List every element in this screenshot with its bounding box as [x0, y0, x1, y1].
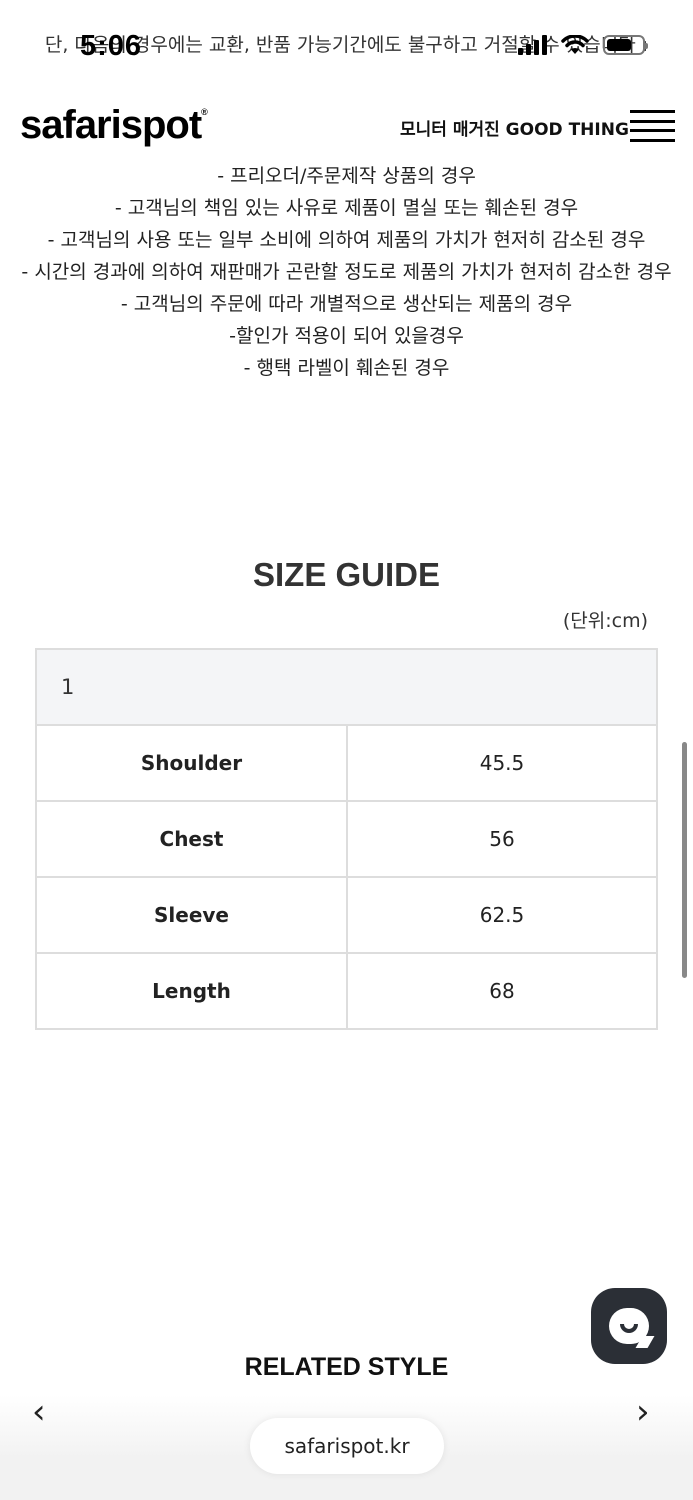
- measure-value: 56: [346, 800, 658, 878]
- measure-label: Sleeve: [35, 876, 348, 954]
- table-row: Length 68: [35, 952, 658, 1030]
- site-logo[interactable]: safarispot®: [20, 103, 208, 148]
- policy-line: - 고객님의 사용 또는 일부 소비에 의하여 제품의 가치가 현저히 감소된 …: [47, 229, 646, 251]
- chat-bubble-icon: [609, 1308, 649, 1344]
- policy-line: - 시간의 경과에 의하여 재판매가 곤란할 정도로 제품의 가치가 현저히 감…: [21, 261, 672, 283]
- battery-icon: [603, 35, 648, 55]
- size-guide-title: SIZE GUIDE: [252, 556, 441, 593]
- page-scrollbar[interactable]: [682, 742, 687, 978]
- magazine-link[interactable]: 모니터 매거진 GOOD THING: [400, 115, 629, 140]
- status-icons: [518, 35, 648, 55]
- related-style-title: RELATED STYLE: [244, 1353, 449, 1381]
- site-header: safarispot® 모니터 매거진 GOOD THING: [0, 95, 693, 155]
- next-arrow-icon[interactable]: ›: [636, 1392, 650, 1432]
- chat-button[interactable]: [591, 1288, 667, 1364]
- wifi-icon: [561, 35, 589, 54]
- policy-line: - 프리오더/주문제작 상품의 경우: [217, 165, 476, 187]
- measure-label: Length: [35, 952, 348, 1030]
- size-header-cell: 1: [35, 648, 658, 726]
- prev-arrow-icon[interactable]: ‹: [32, 1392, 46, 1432]
- policy-line: - 행택 라벨이 훼손된 경우: [243, 357, 450, 379]
- table-row: Shoulder 45.5: [35, 724, 658, 802]
- hamburger-menu-icon[interactable]: [630, 110, 675, 142]
- table-row: Chest 56: [35, 800, 658, 878]
- measure-value: 68: [346, 952, 658, 1030]
- return-policy-list: - 프리오더/주문제작 상품의 경우 - 고객님의 책임 있는 사유로 제품이 …: [20, 160, 673, 384]
- measure-value: 62.5: [346, 876, 658, 954]
- status-time: 5:06: [80, 30, 143, 62]
- table-row: Sleeve 62.5: [35, 876, 658, 954]
- browser-url-bar[interactable]: safarispot.kr: [250, 1418, 444, 1474]
- policy-line: -할인가 적용이 되어 있을경우: [229, 325, 464, 347]
- size-guide-table: 1 Shoulder 45.5 Chest 56 Sleeve 62.5 Len…: [35, 648, 658, 1030]
- measure-label: Shoulder: [35, 724, 348, 802]
- measure-value: 45.5: [346, 724, 658, 802]
- policy-line: - 고객님의 책임 있는 사유로 제품이 멸실 또는 훼손된 경우: [114, 197, 579, 219]
- status-bar: 5:06: [0, 22, 693, 72]
- size-header-row: 1: [35, 648, 658, 726]
- size-unit-label: (단위:cm): [562, 610, 648, 632]
- policy-line: - 고객님의 주문에 따라 개별적으로 생산되는 제품의 경우: [120, 293, 573, 315]
- measure-label: Chest: [35, 800, 348, 878]
- cellular-signal-icon: [518, 35, 547, 55]
